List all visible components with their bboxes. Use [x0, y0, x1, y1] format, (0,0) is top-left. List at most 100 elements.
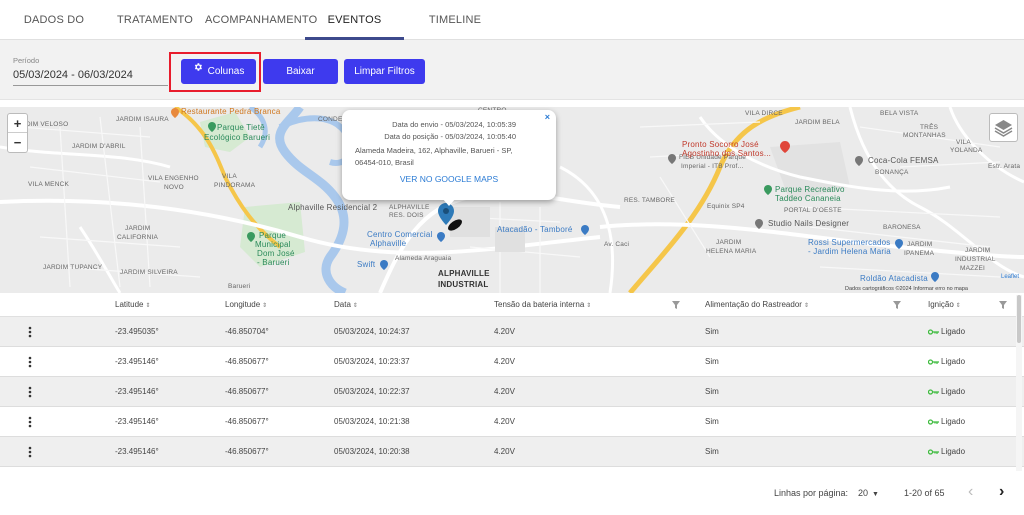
tab-timeline[interactable]: TIMELINE [415, 0, 495, 40]
map-label-tres-montanhas-2: MONTANHAS [903, 132, 946, 139]
vehicle-location-marker-icon[interactable] [438, 203, 464, 231]
sort-icon[interactable]: ⇕ [956, 303, 961, 309]
table-header: Latitude ⇕ Longitude ⇕ Data ⇕ Tensão da bat… [0, 293, 1024, 317]
col-ignicao[interactable]: Ignição ⇕ [928, 293, 961, 317]
key-icon [927, 329, 939, 335]
zoom-in-button[interactable]: + [8, 114, 27, 133]
map-label-parque-municipal: Parque [259, 231, 286, 240]
tab-eventos[interactable]: EVENTOS [305, 0, 404, 40]
map-label-equinix: Equinix SP4 [707, 203, 745, 210]
map-label-centro-comercial: Centro Comercial [367, 230, 433, 239]
sort-icon[interactable]: ⇕ [804, 303, 809, 309]
map-label-rossi-2: - Jardim Helena Maria [808, 247, 891, 256]
map-label-tres-montanhas: TRÊS [920, 124, 939, 131]
clear-filters-button[interactable]: Limpar Filtros [344, 59, 425, 84]
filter-icon[interactable] [672, 301, 680, 309]
map-label-centro-comercial-2: Alphaville [370, 239, 407, 248]
map-label-vila-yolanda: VILA [956, 139, 971, 146]
map-label-vila-yolanda-2: YOLANDA [950, 147, 983, 154]
cell-tensao: 4.20V [494, 357, 515, 366]
cell-ignicao: Ligado [927, 347, 965, 377]
filter-icon[interactable] [893, 301, 901, 309]
next-page-button[interactable]: › [999, 483, 1004, 501]
map-label-jardim-california: JARDIM [125, 225, 151, 232]
table-row[interactable]: -23.495146° -46.850677° 05/03/2024, 10:2… [0, 407, 1024, 437]
supermarket-pin-icon [895, 239, 903, 249]
table-scrollbar[interactable] [1016, 295, 1022, 471]
period-underline [13, 85, 168, 86]
col-longitude[interactable]: Longitude ⇕ [225, 293, 267, 317]
scrollbar-thumb[interactable] [1017, 295, 1021, 343]
rows-per-page-select[interactable]: 20 ▼ [858, 488, 879, 498]
map-label-vila-pindorama: VILA [222, 173, 237, 180]
cell-latitude: -23.495146° [115, 387, 159, 396]
map-label-jardim-california-2: CALIFORNIA [117, 234, 159, 241]
salon-pin-icon [755, 219, 763, 229]
factory-pin-icon [855, 156, 863, 166]
col-tensao[interactable]: Tensão da bateria interna ⇕ [494, 293, 591, 317]
supermarket-pin-icon-2 [931, 272, 939, 282]
popup-position-date: Data do posição - 05/03/2024, 10:05:40 [384, 132, 516, 141]
cell-ignicao: Ligado [927, 377, 965, 407]
col-data[interactable]: Data ⇕ [334, 293, 358, 317]
row-menu-icon[interactable] [26, 386, 34, 398]
map-label-jardim-mazzei-3: MAZZEI [960, 265, 986, 272]
sort-icon[interactable]: ⇕ [262, 303, 267, 309]
zoom-control: + − [7, 113, 28, 153]
table-row[interactable]: -23.495035° -46.850704° 05/03/2024, 10:2… [0, 317, 1024, 347]
filter-icon[interactable] [999, 301, 1007, 309]
row-menu-icon[interactable] [26, 416, 34, 428]
map-label-pronto-socorro: Pronto Socorro José [682, 140, 759, 149]
zoom-out-button[interactable]: − [8, 133, 27, 152]
map-label-parque-municipal-4: - Barueri [257, 258, 290, 267]
sort-icon[interactable]: ⇕ [353, 303, 358, 309]
map-attribution[interactable]: Dados cartográficos ©2024 Informar erro … [845, 286, 968, 292]
map-label-parque-municipal-3: Dom José [257, 249, 295, 258]
map-label-parque-municipal-2: Municipal [255, 240, 291, 249]
map-label-alameda-araguaia: Alameda Araguaia [395, 255, 452, 262]
table-row[interactable]: -23.495146° -46.850677° 05/03/2024, 10:2… [0, 347, 1024, 377]
rows-per-page-label: Linhas por página: [774, 488, 849, 498]
leaflet-link[interactable]: Leaflet [1001, 274, 1019, 280]
columns-button[interactable]: Colunas [181, 59, 256, 84]
map-label-parque-tiete-2: Ecológico Barueri [204, 133, 271, 142]
row-menu-icon[interactable] [26, 446, 34, 458]
map-label-bonanca: BONANÇA [875, 169, 909, 176]
sort-icon[interactable]: ⇕ [145, 303, 150, 309]
key-icon [927, 419, 939, 425]
download-button[interactable]: Baixar [263, 59, 338, 84]
popup-google-maps-link[interactable]: VER NO GOOGLE MAPS [342, 174, 556, 184]
col-alimentacao[interactable]: Alimentação do Rastreador ⇕ [705, 293, 809, 317]
tab-dados-do-incidente[interactable]: DADOS DO INCIDENTE [4, 0, 104, 66]
map-label-alphaville-res-dois: ALPHAVILLE [389, 204, 430, 211]
map-label-alphaville-industrial-2: INDUSTRIAL [438, 280, 489, 289]
row-menu-icon[interactable] [26, 326, 34, 338]
row-menu-icon[interactable] [26, 356, 34, 368]
map-label-atacadao: Atacadão - Tamboré [497, 225, 573, 234]
map-label-fieb-2: Imperial - ITB Prof... [681, 163, 744, 170]
columns-label: Colunas [207, 66, 245, 77]
map-label-portal-doeste: PORTAL D'OESTE [784, 207, 842, 214]
table-row[interactable]: -23.495146° -46.850677° 05/03/2024, 10:2… [0, 437, 1024, 467]
school-pin-icon [668, 154, 676, 164]
prev-page-button[interactable]: ‹ [968, 483, 973, 501]
tab-tratamento[interactable]: TRATAMENTO [115, 0, 195, 40]
page-range: 1-20 of 65 [904, 488, 945, 498]
col-latitude[interactable]: Latitude ⇕ [115, 293, 151, 317]
map-label-jardim-mazzei: JARDIM [965, 247, 991, 254]
map-popup: × Data do envio - 05/03/2024, 10:05:39 D… [342, 110, 556, 206]
cell-ignicao: Ligado [927, 317, 965, 347]
layers-button[interactable] [989, 113, 1018, 142]
store-pin-icon-2 [581, 225, 589, 235]
store-pin-icon [380, 260, 388, 270]
map-label-vila-dirce: VILA DIRCE [745, 110, 783, 117]
filter-bar: Período 05/03/2024 - 06/03/2024 Colunas … [0, 40, 1024, 100]
table-row[interactable]: -23.495146° -46.850677° 05/03/2024, 10:2… [0, 377, 1024, 407]
popup-close-button[interactable]: × [545, 112, 550, 122]
map-label-alphaville-res-dois-2: RES. DOIS [389, 212, 424, 219]
period-field[interactable]: 05/03/2024 - 06/03/2024 [13, 69, 133, 81]
sort-icon[interactable]: ⇕ [586, 303, 591, 309]
tab-acompanhamento[interactable]: ACOMPANHAMENTO [205, 0, 317, 40]
map-label-parque-tiete: Parque Tietê [217, 123, 265, 132]
cell-longitude: -46.850704° [225, 327, 269, 336]
